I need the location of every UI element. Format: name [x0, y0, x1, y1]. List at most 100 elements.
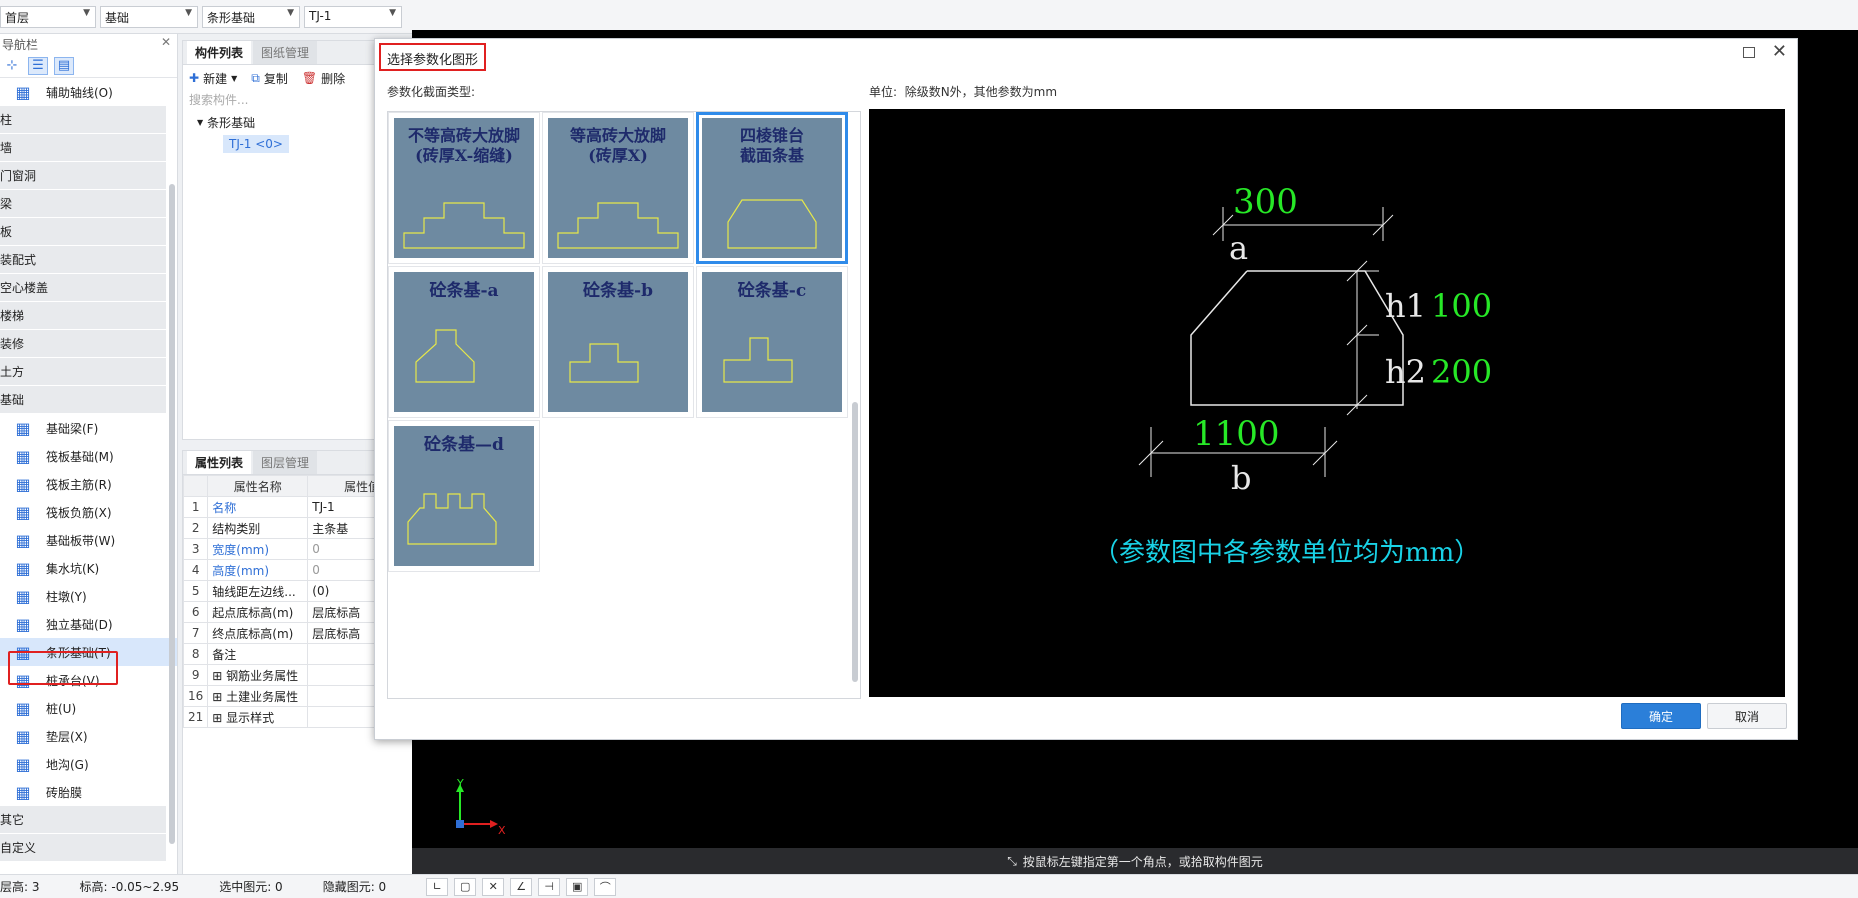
section-outline	[1190, 270, 1404, 406]
floor-select-value: 首层	[5, 11, 30, 25]
nav-category[interactable]: 基础	[0, 386, 166, 414]
status-elevation: 标高: -0.05~2.95	[79, 880, 180, 894]
property-name: ⊞ 土建业务属性	[207, 685, 309, 707]
shape-sketch	[569, 343, 639, 383]
chevron-down-icon: ▼	[83, 8, 90, 18]
list-view-icon[interactable]: ☰	[28, 56, 48, 75]
shape-option[interactable]: 砼条基—d	[388, 420, 540, 572]
type-select[interactable]: 条形基础 ▼	[202, 6, 300, 28]
nav-item[interactable]: ▦ 地沟(G)	[0, 750, 177, 778]
close-icon[interactable]: ✕	[161, 35, 171, 49]
nav-item[interactable]: ▦ 砖胎膜	[0, 778, 177, 806]
property-name-text: 终点底标高(m)	[212, 626, 294, 641]
nav-category[interactable]: 门窗洞	[0, 162, 166, 190]
canvas-hint-text: 按鼠标左键指定第一个角点，或拾取构件图元	[1022, 854, 1263, 869]
nav-item[interactable]: ▦ 基础梁(F)	[0, 414, 177, 442]
trash-icon: 🗑	[301, 71, 318, 85]
close-icon[interactable]: ✕	[1772, 41, 1787, 62]
nav-item[interactable]: ▦ 桩(U)	[0, 694, 177, 722]
status-selected: 选中图元: 0	[219, 880, 283, 894]
dim-h2-label: h2	[1385, 353, 1426, 391]
expand-icon[interactable]: ⊞	[212, 690, 226, 704]
arc-button[interactable]: ⌒	[594, 877, 617, 896]
copy-label: 复制	[263, 71, 288, 86]
nav-category[interactable]: 自定义	[0, 834, 166, 862]
nav-category[interactable]: 楼梯	[0, 302, 166, 330]
offset-button[interactable]: ⊣	[538, 877, 561, 896]
property-name-text: 名称	[212, 500, 237, 515]
property-name: ⊞ 钢筋业务属性	[207, 664, 309, 686]
chevron-down-icon: ▼	[185, 8, 192, 18]
nav-category[interactable]: 其它	[0, 806, 166, 834]
canvas-hint-bar: ⤡ 按鼠标左键指定第一个角点，或拾取构件图元	[412, 848, 1858, 874]
nav-category[interactable]: 板	[0, 218, 166, 246]
unit-text: 除级数N外，其他参数为mm	[904, 85, 1058, 99]
shape-option[interactable]: 砼条基-b	[542, 266, 694, 418]
x-axis-label: X	[498, 824, 506, 837]
property-name-text: 备注	[212, 647, 237, 662]
shape-option[interactable]: 四棱锥台 截面条基	[696, 112, 848, 264]
pin-icon[interactable]: ⊹	[2, 57, 22, 75]
property-index: 3	[182, 538, 209, 560]
nav-category[interactable]: 柱	[0, 106, 166, 134]
nav-item[interactable]: ▦ 独立基础(D)	[0, 610, 177, 638]
shape-grid: 不等高砖大放脚 (砖厚X-缩缝) 等高砖大放脚 (砖厚X) 四棱锥台 截面条基 砼条基-a 砼…	[387, 111, 861, 699]
tab-component-list[interactable]: 构件列表	[187, 41, 252, 64]
shape-grid-scrollbar[interactable]	[852, 402, 858, 682]
property-name: 宽度(mm)	[207, 538, 309, 560]
shape-option[interactable]: 不等高砖大放脚 (砖厚X-缩缝)	[388, 112, 540, 264]
copy-button[interactable]: ⧉ 复制	[251, 70, 288, 87]
shape-thumbnail: 砼条基-a	[394, 272, 534, 412]
nav-category[interactable]: 土方	[0, 358, 166, 386]
component-select[interactable]: TJ-1 ▼	[304, 6, 402, 28]
nav-item[interactable]: ▦ 筏板主筋(R)	[0, 470, 177, 498]
nav-category[interactable]: 装修	[0, 330, 166, 358]
dim-a-value: 300	[1233, 182, 1298, 222]
expand-icon[interactable]: ⊞	[212, 711, 226, 725]
nav-category[interactable]: 空心楼盖	[0, 274, 166, 302]
tree-node-tj1[interactable]: TJ-1 <0>	[223, 135, 289, 153]
nav-item[interactable]: ▦ 垫层(X)	[0, 722, 177, 750]
shape-option[interactable]: 等高砖大放脚 (砖厚X)	[542, 112, 694, 264]
cross-select-button[interactable]: ✕	[482, 877, 505, 896]
ok-button[interactable]: 确定	[1621, 703, 1701, 729]
property-index: 1	[182, 496, 209, 518]
shape-thumbnail: 不等高砖大放脚 (砖厚X-缩缝)	[394, 118, 534, 258]
nav-item-label: 集水坑(K)	[46, 561, 100, 576]
parametric-shape-dialog: 选择参数化图形 ✕ 参数化截面类型: 单位: 除级数N外，其他参数为mm 不等高…	[374, 38, 1798, 740]
category-select[interactable]: 基础 ▼	[100, 6, 198, 28]
shape-option[interactable]: 砼条基-a	[388, 266, 540, 418]
layer-button[interactable]: ▣	[566, 877, 589, 896]
ortho-mode-button[interactable]: ∟	[426, 877, 449, 896]
raft-icon: ▦	[15, 446, 31, 466]
property-name: 终点底标高(m)	[207, 622, 309, 644]
nav-item[interactable]: ▦ 筏板负筋(X)	[0, 498, 177, 526]
maximize-icon[interactable]	[1743, 47, 1755, 58]
nav-item[interactable]: ▦ 筏板基础(M)	[0, 442, 177, 470]
nav-scrollbar[interactable]	[169, 184, 175, 844]
new-button[interactable]: ✚ 新建 ▼	[189, 70, 237, 87]
nav-item-label: 柱墩(Y)	[46, 589, 87, 604]
tab-layer-management[interactable]: 图层管理	[253, 451, 318, 474]
nav-item[interactable]: ▦ 柱墩(Y)	[0, 582, 177, 610]
nav-item[interactable]: ▦ 基础板带(W)	[0, 526, 177, 554]
floor-select[interactable]: 首层 ▼	[0, 6, 96, 28]
nav-category[interactable]: 墙	[0, 134, 166, 162]
tab-drawing-management[interactable]: 图纸管理	[253, 41, 318, 64]
snap-mode-button[interactable]: ▢	[454, 877, 477, 896]
expand-icon[interactable]: ⊞	[212, 669, 226, 683]
detail-view-icon[interactable]: ▤	[54, 56, 74, 75]
nav-item[interactable]: ▦ 辅助轴线(O)	[0, 78, 177, 106]
nav-item-label: 基础板带(W)	[46, 533, 116, 548]
delete-button[interactable]: 🗑 删除	[302, 70, 345, 87]
nav-category[interactable]: 装配式	[0, 246, 166, 274]
property-name: 名称	[207, 496, 309, 518]
nav-category[interactable]: 梁	[0, 190, 166, 218]
beam-icon: ▦	[15, 418, 31, 438]
nav-item[interactable]: ▦ 集水坑(K)	[0, 554, 177, 582]
tab-property-list[interactable]: 属性列表	[187, 451, 252, 474]
angle-button[interactable]: ∠	[510, 877, 533, 896]
shape-option[interactable]: 砼条基-c	[696, 266, 848, 418]
tree-node-label: 条形基础	[207, 115, 256, 130]
cancel-button[interactable]: 取消	[1707, 703, 1787, 729]
